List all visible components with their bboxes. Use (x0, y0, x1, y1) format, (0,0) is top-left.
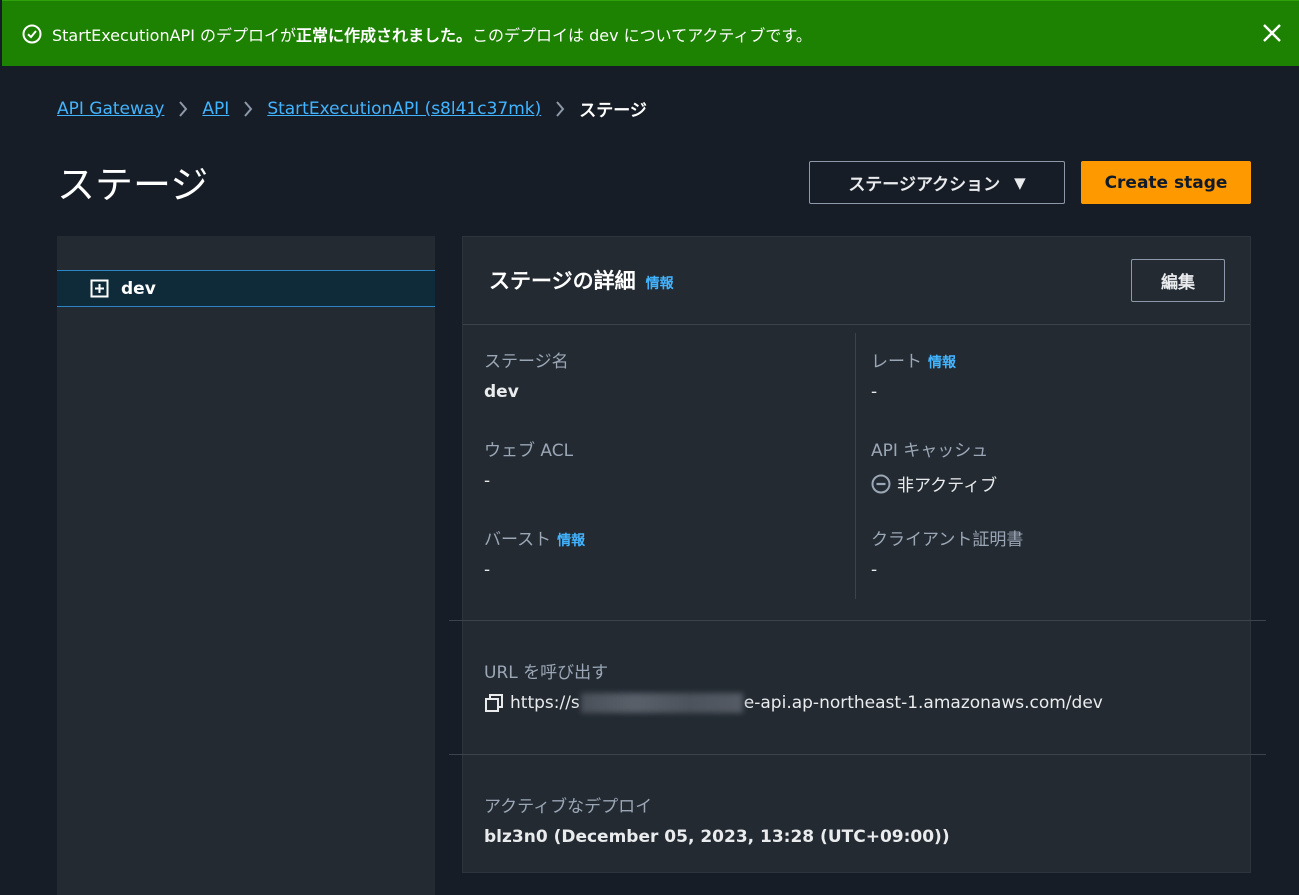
stage-name-label: ステージ名 (484, 352, 569, 372)
rate-info-link[interactable]: 情報 (928, 355, 956, 371)
active-deployment-value: blz3n0 (December 05, 2023, 13:28 (UTC+09… (484, 827, 950, 847)
info-link[interactable]: 情報 (646, 276, 674, 292)
burst-label-text: バースト (484, 530, 552, 550)
rate-value: - (871, 382, 878, 402)
api-cache-value: 非アクティブ (897, 476, 998, 496)
redacted-blur (580, 693, 743, 713)
flash-message-suffix: このデプロイは dev についてアクティブです。 (472, 25, 812, 45)
breadcrumb: API Gateway API StartExecutionAPI (s8l41… (57, 96, 647, 122)
details-title: ステージの詳細 情報 (489, 265, 674, 295)
chevron-right-icon (555, 100, 565, 118)
burst-value: - (484, 560, 491, 580)
rate-label-text: レート (871, 352, 922, 372)
field-burst: バースト 情報 - (484, 525, 585, 580)
status-stopped-icon (871, 474, 891, 494)
breadcrumb-api-gateway[interactable]: API Gateway (57, 99, 164, 119)
success-flashbar: StartExecutionAPI のデプロイが正常に作成されました。このデプロ… (2, 0, 1299, 66)
burst-label: バースト 情報 (484, 525, 585, 550)
client-cert-value: - (871, 560, 878, 580)
check-circle-icon (22, 24, 42, 44)
chevron-right-icon (178, 100, 188, 118)
details-title-text: ステージの詳細 (489, 269, 636, 293)
tree-item-label: dev (121, 278, 156, 299)
edit-button[interactable]: 編集 (1131, 259, 1225, 302)
create-stage-button[interactable]: Create stage (1081, 161, 1251, 204)
breadcrumb-api-name[interactable]: StartExecutionAPI (s8l41c37mk) (267, 99, 541, 119)
api-cache-label: API キャッシュ (871, 441, 989, 461)
field-client-cert: クライアント証明書 - (871, 525, 1023, 580)
breadcrumb-current: ステージ (579, 101, 647, 121)
active-deployment-label: アクティブなデプロイ (484, 797, 653, 817)
web-acl-label: ウェブ ACL (484, 441, 574, 461)
flash-message: StartExecutionAPI のデプロイが正常に作成されました。このデプロ… (52, 22, 812, 46)
field-rate: レート 情報 - (871, 347, 956, 402)
field-active-deployment: アクティブなデプロイ blz3n0 (December 05, 2023, 13… (484, 792, 950, 847)
caret-down-icon: ▼ (1014, 173, 1026, 192)
breadcrumb-api[interactable]: API (202, 99, 229, 119)
burst-info-link[interactable]: 情報 (557, 533, 585, 549)
chevron-right-icon (243, 100, 253, 118)
invoke-url-suffix[interactable]: e-api.ap-northeast-1.amazonaws.com/dev (744, 693, 1103, 713)
close-icon[interactable] (1261, 22, 1283, 44)
stage-actions-label: ステージアクション (848, 175, 1001, 195)
invoke-url-row: https://s e-api.ap-northeast-1.amazonaws.… (484, 693, 1103, 713)
section-divider (449, 620, 1266, 621)
web-acl-value: - (484, 471, 491, 491)
copy-icon[interactable] (484, 693, 504, 713)
field-web-acl: ウェブ ACL - (484, 436, 573, 491)
flash-message-bold: 正常に作成されました。 (296, 25, 473, 45)
stage-details-panel: ステージの詳細 情報 編集 ステージ名 dev ウェブ ACL - バースト 情報 … (449, 236, 1266, 873)
column-divider (855, 333, 856, 599)
page-title: ステージ (57, 163, 209, 207)
rate-label: レート 情報 (871, 347, 956, 372)
invoke-url-prefix[interactable]: https://s (510, 693, 580, 713)
stage-name-value: dev (484, 382, 519, 402)
details-header: ステージの詳細 情報 編集 (463, 237, 1250, 325)
stage-tree-panel: dev (57, 236, 435, 895)
api-cache-status: 非アクティブ (871, 471, 997, 496)
field-stage-name: ステージ名 dev (484, 347, 569, 402)
field-invoke-url: URL を呼び出す https://s e-api.ap-northeast-1.… (484, 658, 1103, 713)
expand-icon[interactable] (90, 279, 109, 298)
stage-actions-button[interactable]: ステージアクション ▼ (809, 161, 1065, 204)
field-api-cache: API キャッシュ 非アクティブ (871, 436, 997, 496)
flash-message-prefix: StartExecutionAPI のデプロイが (52, 25, 297, 45)
tree-item-dev[interactable]: dev (57, 270, 435, 307)
client-cert-label: クライアント証明書 (871, 530, 1024, 550)
invoke-url-label: URL を呼び出す (484, 663, 609, 683)
section-divider (449, 754, 1266, 755)
